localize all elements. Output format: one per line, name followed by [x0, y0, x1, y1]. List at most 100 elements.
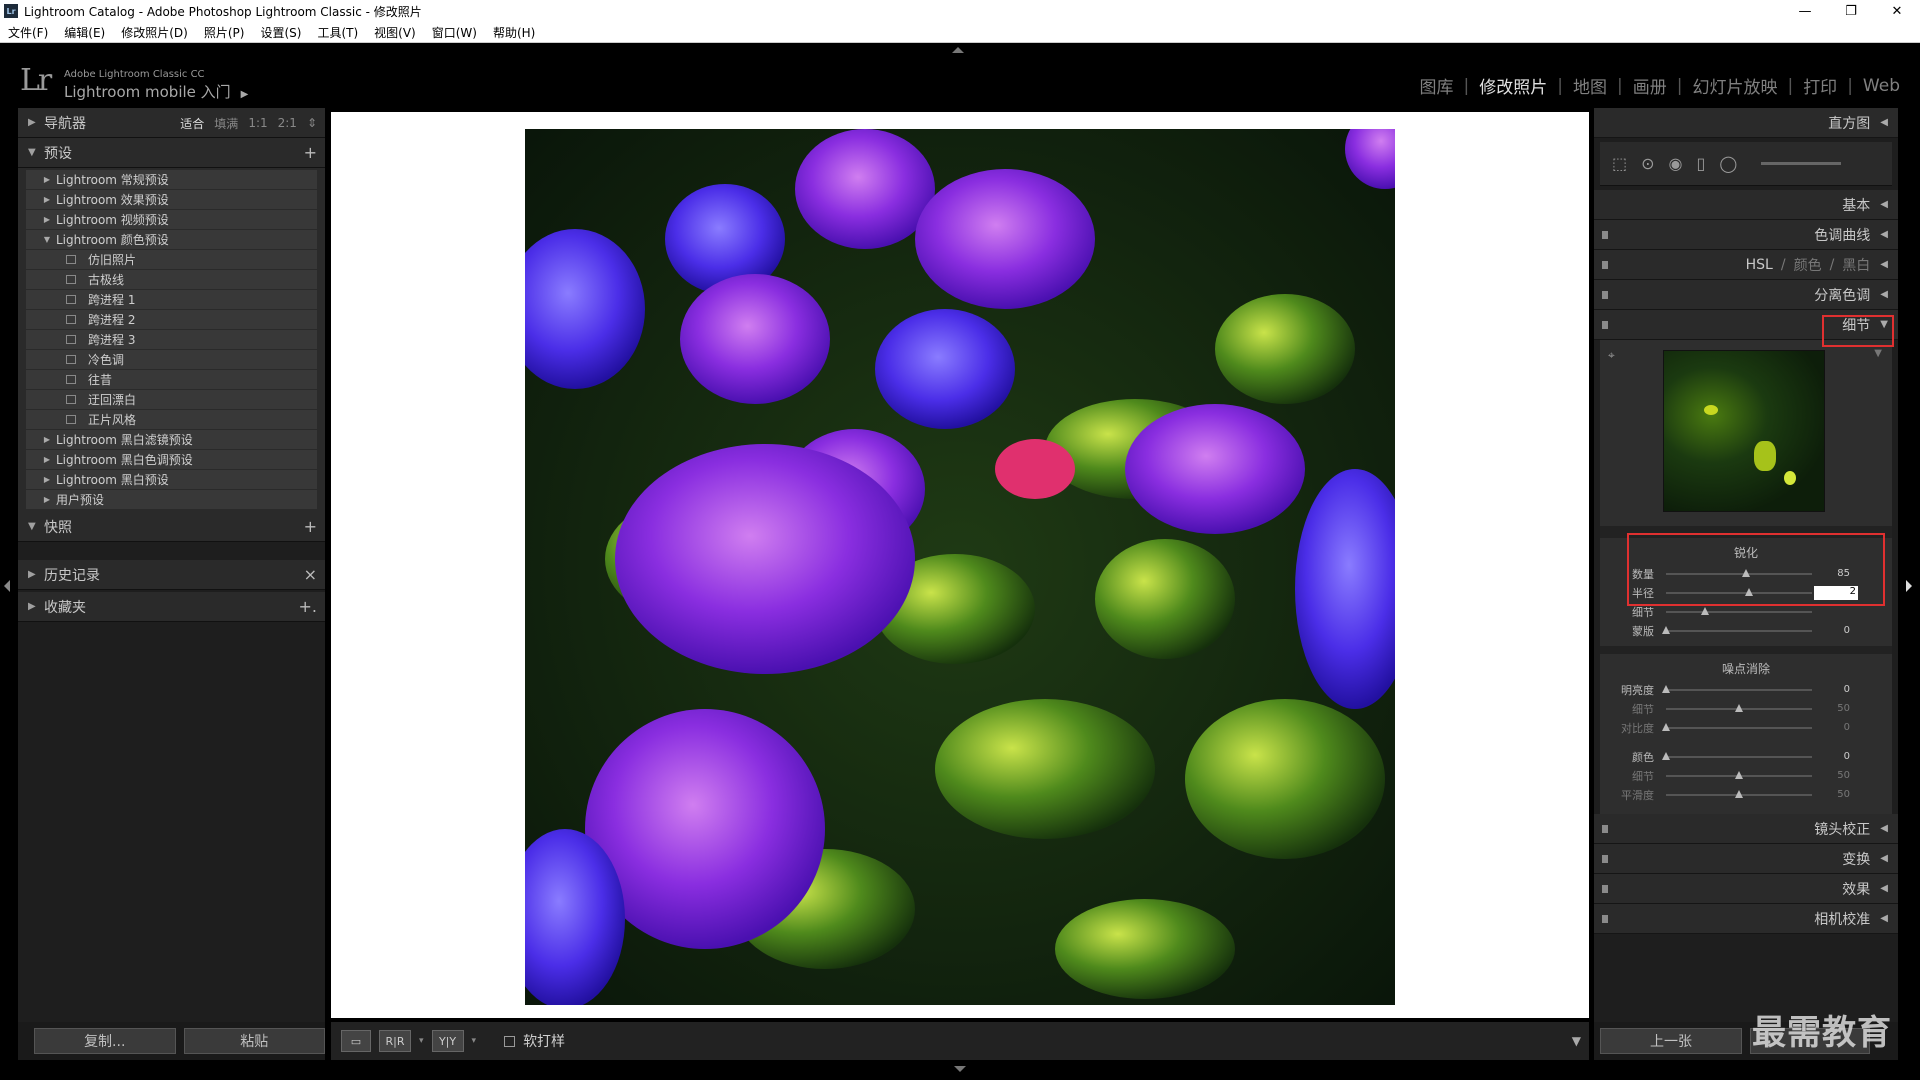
slider-knob[interactable]: [1735, 770, 1743, 779]
clear-history-icon[interactable]: ×: [304, 565, 317, 584]
preset-item[interactable]: 往昔: [26, 370, 317, 390]
radial-filter-icon[interactable]: ◯: [1719, 154, 1737, 173]
snapshots-header[interactable]: ▼ 快照 +: [18, 512, 325, 542]
menu-develop[interactable]: 修改照片(D): [113, 24, 196, 41]
panel-switch-icon[interactable]: [1602, 261, 1608, 269]
filmstrip-toggle-icon[interactable]: [954, 1066, 966, 1072]
detail-zoom-preview[interactable]: [1663, 350, 1825, 512]
lens-corrections-header[interactable]: 镜头校正 ◀: [1594, 814, 1898, 844]
close-button[interactable]: ✕: [1874, 0, 1920, 22]
right-panel-toggle-icon[interactable]: [1906, 580, 1912, 592]
collections-header[interactable]: ▶ 收藏夹 +.: [18, 592, 325, 622]
hydrangea-photo[interactable]: [525, 129, 1395, 1005]
navigator-header[interactable]: ▶ 导航器 适合 填满 1:1 2:1 ⇕: [18, 108, 325, 138]
toolbar-menu-icon[interactable]: ▼: [1572, 1034, 1581, 1048]
panel-switch-icon[interactable]: [1602, 321, 1608, 329]
menu-tools[interactable]: 工具(T): [309, 24, 366, 41]
preset-item[interactable]: 古极线: [26, 270, 317, 290]
panel-switch-icon[interactable]: [1602, 915, 1608, 923]
slider-knob[interactable]: [1662, 751, 1670, 760]
slider-track[interactable]: [1666, 606, 1812, 615]
menu-view[interactable]: 视图(V): [366, 24, 424, 41]
slider-track[interactable]: [1662, 722, 1812, 731]
slider-knob[interactable]: [1701, 606, 1710, 615]
before-after-tb-button[interactable]: Y|Y: [431, 1030, 464, 1052]
panel-switch-icon[interactable]: [1602, 825, 1608, 833]
slider-track[interactable]: [1662, 625, 1812, 634]
dropdown-arrow-icon[interactable]: ▾: [419, 1036, 424, 1046]
module-slideshow[interactable]: 幻灯片放映: [1682, 73, 1787, 98]
red-eye-icon[interactable]: ◉: [1669, 154, 1683, 173]
histogram-header[interactable]: 直方图 ◀: [1594, 108, 1898, 138]
before-after-lr-button[interactable]: R|R: [379, 1030, 411, 1052]
preset-folder[interactable]: ▶ Lightroom 常规预设: [26, 170, 317, 190]
slider-knob[interactable]: [1735, 789, 1743, 798]
preset-folder[interactable]: ▶ Lightroom 视频预设: [26, 210, 317, 230]
slider-track[interactable]: [1662, 684, 1812, 693]
panel-switch-icon[interactable]: [1602, 855, 1608, 863]
slider-track[interactable]: [1662, 751, 1812, 760]
preset-item[interactable]: 跨进程 1: [26, 290, 317, 310]
preset-folder[interactable]: ▼ Lightroom 颜色预设: [26, 230, 317, 250]
previous-button[interactable]: 上一张: [1600, 1028, 1742, 1054]
mobile-getting-started[interactable]: Lightroom mobile 入门: [64, 83, 231, 101]
preset-item[interactable]: 迂回漂白: [26, 390, 317, 410]
target-adjust-icon[interactable]: ⌖: [1608, 348, 1615, 363]
expanded-triangle-icon[interactable]: ▼: [38, 235, 56, 244]
preset-item[interactable]: 仿旧照片: [26, 250, 317, 270]
dropdown-arrow-icon[interactable]: ▾: [472, 1036, 477, 1046]
preset-item[interactable]: 跨进程 3: [26, 330, 317, 350]
module-library[interactable]: 图库: [1410, 73, 1464, 98]
panel-switch-icon[interactable]: [1602, 291, 1608, 299]
zoom-fill[interactable]: 填满: [214, 115, 238, 132]
identity-main-text[interactable]: Lightroom mobile 入门 ▶: [64, 81, 248, 102]
preset-folder[interactable]: ▶ Lightroom 黑白预设: [26, 470, 317, 490]
slider-knob[interactable]: [1735, 703, 1743, 712]
transform-header[interactable]: 变换 ◀: [1594, 844, 1898, 874]
slider-track[interactable]: [1666, 770, 1812, 779]
zoom-1-1[interactable]: 1:1: [248, 116, 267, 130]
collapsed-triangle-icon[interactable]: ▶: [38, 175, 56, 184]
preset-item[interactable]: 跨进程 2: [26, 310, 317, 330]
effects-header[interactable]: 效果 ◀: [1594, 874, 1898, 904]
play-icon[interactable]: ▶: [241, 89, 249, 100]
crop-overlay-icon[interactable]: ⬚: [1612, 154, 1627, 173]
collapsed-triangle-icon[interactable]: ▶: [38, 455, 56, 464]
loupe-view-button[interactable]: ▭: [341, 1030, 371, 1052]
zoom-2-1[interactable]: 2:1: [278, 116, 297, 130]
bw-tab[interactable]: 黑白: [1842, 255, 1870, 275]
add-preset-icon[interactable]: +: [304, 143, 317, 162]
graduated-filter-icon[interactable]: ▯: [1697, 154, 1706, 173]
add-snapshot-icon[interactable]: +: [304, 517, 317, 536]
soft-proof-checkbox[interactable]: [504, 1035, 516, 1047]
left-panel-toggle-icon[interactable]: [4, 580, 10, 592]
collapsed-triangle-icon[interactable]: ▶: [38, 215, 56, 224]
slider-track[interactable]: [1666, 789, 1812, 798]
adjustment-brush-slider[interactable]: [1761, 162, 1842, 165]
collapsed-triangle-icon[interactable]: ▶: [38, 435, 56, 444]
paste-settings-button[interactable]: 粘贴: [183, 1028, 325, 1054]
hsl-tab[interactable]: HSL: [1746, 257, 1773, 273]
tone-curve-header[interactable]: 色调曲线 ◀: [1594, 220, 1898, 250]
spot-removal-icon[interactable]: ⊙: [1641, 154, 1654, 173]
menu-photo[interactable]: 照片(P): [196, 24, 253, 41]
zoom-fit[interactable]: 适合: [180, 115, 204, 132]
preset-item[interactable]: 正片风格: [26, 410, 317, 430]
panel-switch-icon[interactable]: [1602, 231, 1608, 239]
preset-folder[interactable]: ▶ Lightroom 效果预设: [26, 190, 317, 210]
preset-folder[interactable]: ▶ Lightroom 黑白滤镜预设: [26, 430, 317, 450]
photo-canvas[interactable]: [331, 112, 1589, 1018]
collapsed-triangle-icon[interactable]: ▶: [38, 475, 56, 484]
zoom-stepper-icon[interactable]: ⇕: [307, 116, 317, 130]
module-develop[interactable]: 修改照片: [1469, 73, 1557, 98]
preset-folder[interactable]: ▶ Lightroom 黑白色调预设: [26, 450, 317, 470]
module-book[interactable]: 画册: [1623, 73, 1677, 98]
minimize-button[interactable]: —: [1782, 0, 1828, 22]
slider-knob[interactable]: [1662, 625, 1670, 634]
color-tab[interactable]: 颜色: [1794, 255, 1822, 275]
copy-settings-button[interactable]: 复制...: [34, 1028, 176, 1054]
restore-button[interactable]: ❐: [1828, 0, 1874, 22]
menu-settings[interactable]: 设置(S): [252, 24, 309, 41]
slider-knob[interactable]: [1662, 684, 1670, 693]
menu-file[interactable]: 文件(F): [0, 24, 56, 41]
